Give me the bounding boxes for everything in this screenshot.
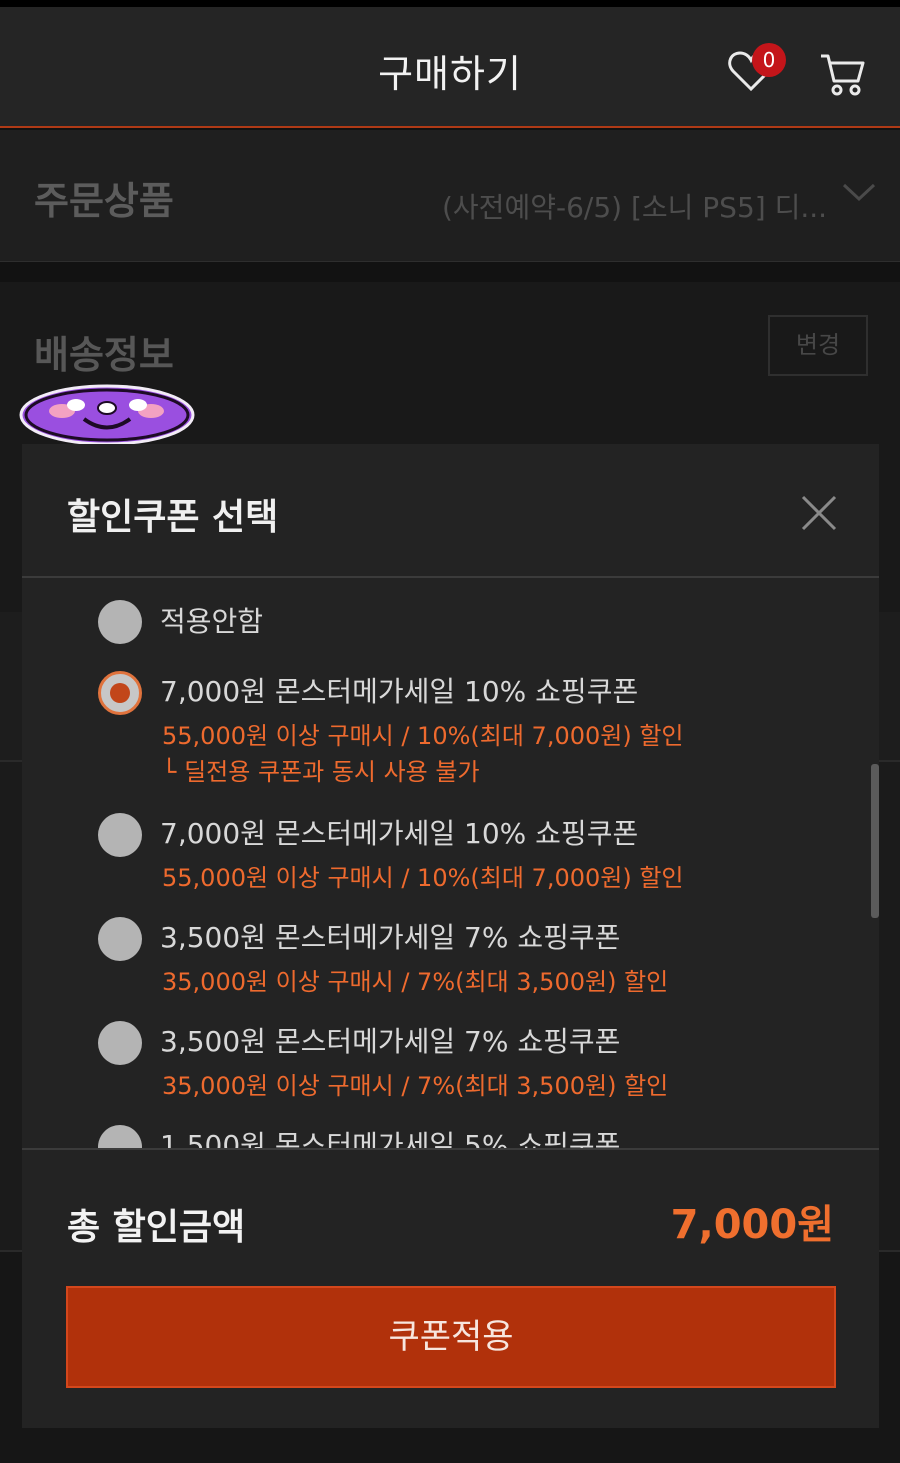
radio-button[interactable] bbox=[98, 813, 142, 857]
status-strip bbox=[0, 0, 900, 7]
coupon-modal: 할인쿠폰 선택 적용안함 7,000원 몬스터메가세일 10% 쇼핑쿠폰 55,… bbox=[22, 444, 879, 1428]
checkout-page: 구매하기 0 주문상품 (사전예약-6/5) [소니 PS5] 디... 배송정… bbox=[0, 0, 900, 1463]
coupon-option-title: 7,000원 몬스터메가세일 10% 쇼핑쿠폰 bbox=[160, 675, 639, 708]
total-discount-label: 총 할인금액 bbox=[67, 1207, 246, 1248]
coupon-option-desc: 35,000원 이상 구매시 / 7%(최대 3,500원) 할인 bbox=[162, 1072, 669, 1100]
order-product-name: (사전예약-6/5) [소니 PS5] 디... bbox=[442, 191, 828, 224]
coupon-option[interactable]: 적용안함 bbox=[22, 580, 879, 650]
coupon-option-desc: 55,000원 이상 구매시 / 10%(최대 7,000원) 할인 bbox=[162, 722, 684, 750]
coupon-option-desc: 55,000원 이상 구매시 / 10%(최대 7,000원) 할인 bbox=[162, 864, 684, 892]
coupon-option[interactable]: 7,000원 몬스터메가세일 10% 쇼핑쿠폰 55,000원 이상 구매시 /… bbox=[22, 792, 879, 896]
total-discount-value: 7,000원 bbox=[670, 1202, 834, 1248]
coupon-option-title: 3,500원 몬스터메가세일 7% 쇼핑쿠폰 bbox=[160, 1025, 621, 1058]
radio-button-selected[interactable] bbox=[98, 671, 142, 715]
emoji-sticker-icon bbox=[19, 384, 195, 446]
coupon-list[interactable]: 적용안함 7,000원 몬스터메가세일 10% 쇼핑쿠폰 55,000원 이상 … bbox=[22, 580, 879, 1150]
radio-button[interactable] bbox=[98, 600, 142, 644]
order-product-row[interactable]: 주문상품 (사전예약-6/5) [소니 PS5] 디... bbox=[0, 130, 900, 262]
coupon-option-note: └ 딜전용 쿠폰과 동시 사용 불가 bbox=[162, 758, 480, 786]
apply-coupon-button[interactable]: 쿠폰적용 bbox=[66, 1286, 836, 1388]
coupon-option-title: 7,000원 몬스터메가세일 10% 쇼핑쿠폰 bbox=[160, 817, 639, 850]
wishlist-count-badge: 0 bbox=[752, 43, 786, 77]
shipping-label: 배송정보 bbox=[34, 333, 174, 377]
chevron-down-icon[interactable] bbox=[842, 182, 876, 202]
coupon-option-desc: 35,000원 이상 구매시 / 7%(최대 3,500원) 할인 bbox=[162, 968, 669, 996]
order-product-label: 주문상품 bbox=[34, 179, 174, 223]
radio-button[interactable] bbox=[98, 1125, 142, 1150]
radio-button[interactable] bbox=[98, 1021, 142, 1065]
cart-icon[interactable] bbox=[818, 51, 866, 97]
coupon-option[interactable]: 7,000원 몬스터메가세일 10% 쇼핑쿠폰 55,000원 이상 구매시 /… bbox=[22, 650, 879, 792]
coupon-option-title: 적용안함 bbox=[160, 605, 264, 638]
coupon-option[interactable]: 1,500원 몬스터메가세일 5% 쇼핑쿠폰 bbox=[22, 1104, 879, 1150]
coupon-option[interactable]: 3,500원 몬스터메가세일 7% 쇼핑쿠폰 35,000원 이상 구매시 / … bbox=[22, 1000, 879, 1104]
coupon-option-title: 1,500원 몬스터메가세일 5% 쇼핑쿠폰 bbox=[160, 1129, 621, 1150]
change-shipping-button[interactable]: 변경 bbox=[768, 315, 868, 376]
modal-header: 할인쿠폰 선택 bbox=[22, 444, 879, 578]
coupon-option-title: 3,500원 몬스터메가세일 7% 쇼핑쿠폰 bbox=[160, 921, 621, 954]
modal-footer: 총 할인금액 7,000원 쿠폰적용 bbox=[22, 1148, 879, 1428]
radio-dot bbox=[110, 683, 130, 703]
scrollbar[interactable] bbox=[871, 764, 879, 918]
radio-button[interactable] bbox=[98, 917, 142, 961]
header: 구매하기 0 bbox=[0, 7, 900, 128]
coupon-option[interactable]: 3,500원 몬스터메가세일 7% 쇼핑쿠폰 35,000원 이상 구매시 / … bbox=[22, 896, 879, 1000]
modal-title: 할인쿠폰 선택 bbox=[67, 497, 279, 538]
close-icon[interactable] bbox=[800, 494, 838, 532]
